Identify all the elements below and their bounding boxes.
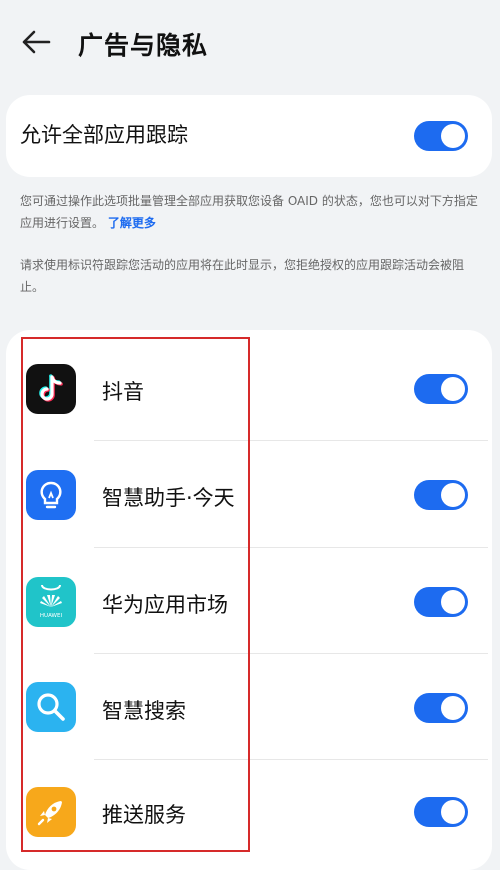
- huawei-logo-text: HUAWEI: [40, 613, 63, 619]
- app-name: 华为应用市场: [102, 593, 228, 617]
- description-2: 请求使用标识符跟踪您活动的应用将在此时显示，您拒绝授权的应用跟踪活动会被阻止。: [20, 258, 465, 294]
- app-row-push: 推送服务: [6, 759, 492, 865]
- app-toggle-push[interactable]: [414, 797, 468, 827]
- tiktok-icon: [26, 364, 76, 414]
- app-name: 推送服务: [102, 803, 186, 827]
- back-button[interactable]: [18, 24, 54, 60]
- arrow-left-icon: [22, 30, 51, 54]
- app-row-assistant: 智慧助手·今天: [6, 440, 492, 546]
- app-toggle-assistant[interactable]: [414, 480, 468, 510]
- search-icon: [26, 682, 76, 732]
- description-text-1: 您可通过操作此选项批量管理全部应用获取您设备 OAID 的状态，您也可以对下方指…: [20, 194, 478, 230]
- page-title: 广告与隐私: [78, 31, 209, 60]
- app-row-appgallery: HUAWEI 华为应用市场: [6, 547, 492, 653]
- lightbulb-icon: [26, 470, 76, 520]
- app-toggle-appgallery[interactable]: [414, 587, 468, 617]
- header: 广告与隐私: [0, 0, 500, 88]
- toggle-knob: [441, 124, 465, 148]
- allow-all-card: 允许全部应用跟踪: [6, 95, 492, 177]
- toggle-knob: [441, 377, 465, 401]
- app-toggle-douyin[interactable]: [414, 374, 468, 404]
- app-name: 智慧助手·今天: [102, 486, 235, 510]
- toggle-knob: [441, 696, 465, 720]
- app-name: 抖音: [102, 380, 144, 404]
- app-row-search: 智慧搜索: [6, 653, 492, 759]
- allow-all-label: 允许全部应用跟踪: [20, 123, 188, 147]
- rocket-icon: [26, 787, 76, 837]
- toggle-knob: [441, 590, 465, 614]
- description-1: 您可通过操作此选项批量管理全部应用获取您设备 OAID 的状态，您也可以对下方指…: [20, 190, 480, 234]
- toggle-knob: [441, 800, 465, 824]
- allow-all-toggle[interactable]: [414, 121, 468, 151]
- app-list: 抖音 智慧助手·今天 HUAWEI 华为应用市场 智慧搜索 推送服务: [6, 330, 492, 870]
- app-name: 智慧搜索: [102, 699, 186, 723]
- huawei-appgallery-icon: HUAWEI: [26, 577, 76, 627]
- app-row-douyin: 抖音: [6, 330, 492, 436]
- app-toggle-search[interactable]: [414, 693, 468, 723]
- toggle-knob: [441, 483, 465, 507]
- learn-more-link[interactable]: 了解更多: [108, 216, 156, 230]
